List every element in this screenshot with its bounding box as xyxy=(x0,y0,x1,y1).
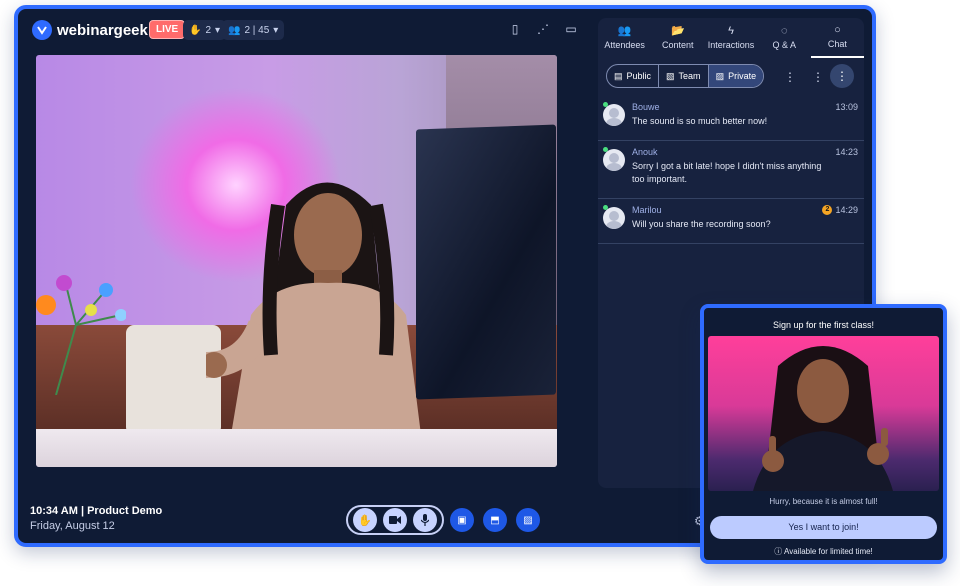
tab-interactions[interactable]: ϟ Interactions xyxy=(704,18,757,58)
top-bar: webinargeek LIVE ✋ 2 ▾ 👥 2 | 45 ▾ ▯ ⋰ ▭ xyxy=(18,9,598,53)
image-icon: ▧ xyxy=(666,70,675,81)
tab-label: Q & A xyxy=(772,40,796,50)
promo-subtitle: Hurry, because it is almost full! xyxy=(769,497,878,506)
more-options-icon[interactable]: ⋮ xyxy=(812,71,824,83)
promo-note-text: Available for limited time! xyxy=(784,547,873,556)
media-controls: ✋ xyxy=(346,505,444,535)
filter-public-button[interactable]: ▤ Public xyxy=(607,65,660,87)
more-options-icon[interactable]: ⋮ xyxy=(784,71,796,83)
avatar xyxy=(603,207,625,229)
live-badge: LIVE xyxy=(149,20,186,39)
microphone-button[interactable] xyxy=(413,508,437,532)
lightning-icon: ϟ xyxy=(728,25,734,37)
tab-attendees[interactable]: 👥 Attendees xyxy=(598,18,651,58)
sidebar-toggle-icon[interactable]: ▯ xyxy=(508,22,522,36)
flower-vase-image xyxy=(36,275,126,395)
question-bubble-icon: ◌ xyxy=(780,25,788,37)
camera-icon xyxy=(389,516,401,524)
tab-content[interactable]: 📂 Content xyxy=(651,18,704,58)
filter-team-button[interactable]: ▧ Team xyxy=(659,65,709,87)
session-info: 10:34 AM | Product Demo Friday, August 1… xyxy=(30,505,162,532)
panel-tabs: 👥 Attendees 📂 Content ϟ Interactions ◌ Q… xyxy=(598,18,865,58)
monitor-image xyxy=(416,124,556,400)
message-time: 14:23 xyxy=(835,147,858,157)
filter-label: Private xyxy=(728,71,757,81)
filter-label: Team xyxy=(678,71,701,81)
chat-filter: ▤ Public ▧ Team ▨ Private xyxy=(606,64,765,88)
message-time: 13:09 xyxy=(835,102,858,112)
raised-hands-chip[interactable]: ✋ 2 ▾ xyxy=(183,20,227,40)
private-icon: ▨ xyxy=(715,70,725,81)
filter-private-button[interactable]: ▨ Private xyxy=(708,65,764,87)
chat-message: Bouwe The sound is so much better now! 1… xyxy=(598,96,864,141)
online-indicator xyxy=(603,102,608,107)
online-indicator xyxy=(603,147,608,152)
presenter-figure xyxy=(206,182,421,435)
session-date: Friday, August 12 xyxy=(30,520,115,532)
message-time-wrap: 13:09 xyxy=(835,102,858,112)
message-author: Anouk xyxy=(632,147,658,157)
online-indicator xyxy=(603,205,608,210)
avatar xyxy=(603,104,625,126)
chat-icon: ▤ xyxy=(614,70,623,81)
tab-label: Attendees xyxy=(604,40,645,50)
logo-icon xyxy=(32,20,52,40)
reply-count-badge: 2 xyxy=(822,205,833,215)
people-icon: 👥 xyxy=(228,24,241,36)
raised-hands-count: 2 xyxy=(205,24,212,36)
join-button[interactable]: Yes I want to join! xyxy=(710,516,937,539)
info-icon: ⓘ xyxy=(774,547,783,556)
camera-button[interactable] xyxy=(383,508,407,532)
session-time-title: 10:34 AM | Product Demo xyxy=(30,505,163,517)
share-icon[interactable]: ⋰ xyxy=(536,22,550,36)
layout-button[interactable]: ▣ xyxy=(450,508,474,532)
raise-hand-button[interactable]: ✋ xyxy=(353,508,377,532)
message-time: 14:29 xyxy=(835,205,858,215)
signup-promo-popup: Sign up for the first class! Hurry, beca… xyxy=(700,304,947,564)
microphone-icon xyxy=(421,514,429,526)
panel-toggle-icon[interactable]: ▭ xyxy=(564,22,578,36)
tab-label: Content xyxy=(662,40,694,50)
promo-title: Sign up for the first class! xyxy=(772,320,875,330)
hand-icon: ✋ xyxy=(189,24,202,36)
screen-share-button[interactable]: ⬒ xyxy=(483,508,507,532)
message-text: Will you share the recording soon? xyxy=(632,219,771,229)
message-author: Bouwe xyxy=(632,102,660,112)
attendees-count: 2 | 45 xyxy=(244,24,270,36)
tab-label: Chat xyxy=(827,39,847,49)
promo-note: ⓘ Available for limited time! xyxy=(704,546,943,557)
message-time-wrap: 14:23 xyxy=(835,147,858,157)
attendees-icon: 👥 xyxy=(617,25,632,37)
filter-label: Public xyxy=(626,71,652,81)
avatar xyxy=(603,149,625,171)
folder-icon: 📂 xyxy=(670,25,685,37)
promo-image xyxy=(708,336,939,491)
logo-text: webinargeek xyxy=(57,21,148,39)
attendees-chip[interactable]: 👥 2 | 45 ▾ xyxy=(222,20,285,40)
tab-chat[interactable]: ○ Chat xyxy=(810,18,865,58)
more-options-active-icon[interactable]: ⋮ xyxy=(830,64,854,88)
message-time-wrap: 2 14:29 xyxy=(822,205,858,215)
chat-message: Marilou Will you share the recording soo… xyxy=(598,199,864,244)
tab-label: Interactions xyxy=(707,40,755,50)
presenter-video xyxy=(36,55,557,467)
message-text: The sound is so much better now! xyxy=(632,116,768,126)
media-button[interactable]: ▨ xyxy=(516,508,540,532)
webinargeek-logo: webinargeek xyxy=(32,20,148,40)
chevron-down-icon: ▾ xyxy=(215,24,221,36)
tab-q-and-a[interactable]: ◌ Q & A xyxy=(758,18,811,58)
chat-bubble-icon: ○ xyxy=(834,24,841,36)
chevron-down-icon: ▾ xyxy=(273,24,279,36)
message-text: Sorry I got a bit late! hope I didn't mi… xyxy=(632,161,822,184)
chat-message: Anouk Sorry I got a bit late! hope I did… xyxy=(598,141,864,199)
